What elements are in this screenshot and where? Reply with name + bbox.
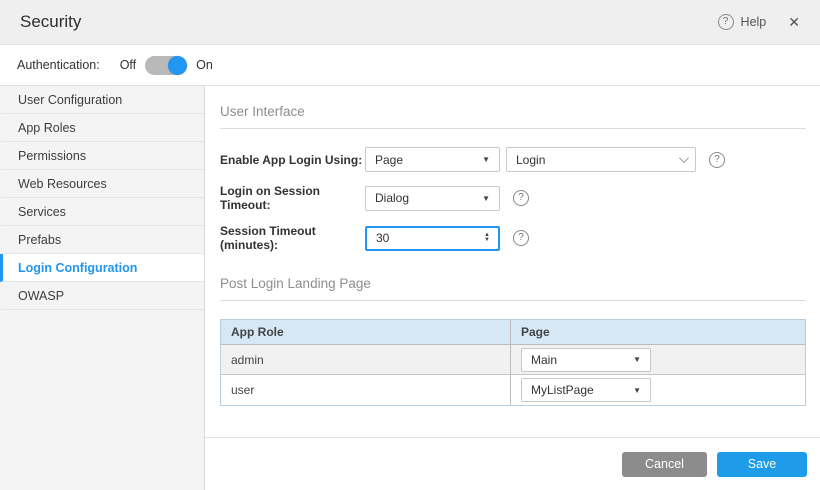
table-header-row: App Role Page bbox=[221, 320, 805, 345]
sidebar-item-app-roles[interactable]: App Roles bbox=[0, 114, 204, 142]
app-login-type-select[interactable]: Page ▼ bbox=[365, 147, 500, 172]
app-role-cell: user bbox=[221, 375, 511, 405]
session-timeout-help-icon[interactable]: ? bbox=[513, 230, 529, 246]
sidebar-item-web-resources[interactable]: Web Resources bbox=[0, 170, 204, 198]
table-row-admin: admin Main ▼ bbox=[221, 345, 805, 375]
login-on-session-timeout-label: Login on Session Timeout: bbox=[220, 184, 365, 212]
app-role-cell: admin bbox=[221, 345, 511, 374]
post-login-landing-table: App Role Page admin Main ▼ user bbox=[220, 319, 806, 406]
number-stepper-icon[interactable]: ▲ ▼ bbox=[478, 233, 496, 243]
sidebar-item-permissions[interactable]: Permissions bbox=[0, 142, 204, 170]
dialog-body: User Configuration App Roles Permissions… bbox=[0, 86, 820, 490]
authentication-toggle[interactable] bbox=[145, 56, 187, 75]
help-link[interactable]: Help bbox=[741, 15, 767, 29]
section-title-post-login: Post Login Landing Page bbox=[220, 270, 806, 301]
dialog-footer: Cancel Save bbox=[205, 437, 820, 490]
chevron-down-icon bbox=[679, 153, 689, 163]
login-on-session-timeout-select[interactable]: Dialog ▼ bbox=[365, 186, 500, 211]
sidebar-item-user-configuration[interactable]: User Configuration bbox=[0, 86, 204, 114]
header-actions: ? Help ✕ bbox=[718, 14, 800, 31]
sidebar: User Configuration App Roles Permissions… bbox=[0, 86, 205, 490]
save-button[interactable]: Save bbox=[717, 452, 807, 477]
app-login-page-select[interactable]: Login bbox=[506, 147, 696, 172]
page-title: Security bbox=[20, 12, 718, 32]
cancel-button[interactable]: Cancel bbox=[622, 452, 707, 477]
toggle-off-label: Off bbox=[120, 58, 136, 72]
enable-app-login-help-icon[interactable]: ? bbox=[709, 152, 725, 168]
session-timeout-minutes-row: Session Timeout (minutes): ▲ ▼ ? bbox=[220, 224, 806, 252]
page-cell: MyListPage ▼ bbox=[511, 375, 805, 405]
sidebar-item-services[interactable]: Services bbox=[0, 198, 204, 226]
dropdown-caret-icon: ▼ bbox=[633, 355, 641, 364]
sidebar-item-login-configuration[interactable]: Login Configuration bbox=[0, 254, 204, 282]
session-timeout-label: Session Timeout (minutes): bbox=[220, 224, 365, 252]
page-cell: Main ▼ bbox=[511, 345, 805, 374]
toggle-knob-icon bbox=[168, 56, 187, 75]
main-panel: User Interface Enable App Login Using: P… bbox=[205, 86, 820, 490]
admin-page-value: Main bbox=[531, 353, 557, 367]
admin-page-select[interactable]: Main ▼ bbox=[521, 348, 651, 372]
enable-app-login-row: Enable App Login Using: Page ▼ Login ? bbox=[220, 147, 806, 172]
dropdown-caret-icon: ▼ bbox=[482, 194, 490, 203]
close-icon[interactable]: ✕ bbox=[788, 14, 800, 31]
user-page-select[interactable]: MyListPage ▼ bbox=[521, 378, 651, 402]
security-dialog: Security ? Help ✕ Authentication: Off On… bbox=[0, 0, 820, 490]
table-row-user: user MyListPage ▼ bbox=[221, 375, 805, 405]
table-header-page: Page bbox=[511, 320, 805, 344]
authentication-label: Authentication: bbox=[17, 58, 100, 72]
help-icon[interactable]: ? bbox=[718, 14, 734, 30]
authentication-row: Authentication: Off On bbox=[0, 45, 820, 86]
login-on-session-timeout-value: Dialog bbox=[375, 191, 409, 205]
session-timeout-login-row: Login on Session Timeout: Dialog ▼ ? bbox=[220, 184, 806, 212]
section-title-user-interface: User Interface bbox=[220, 98, 806, 129]
session-timeout-input-box: ▲ ▼ bbox=[365, 226, 500, 251]
main-content: User Interface Enable App Login Using: P… bbox=[205, 86, 820, 437]
app-login-page-value: Login bbox=[516, 153, 545, 167]
sidebar-item-prefabs[interactable]: Prefabs bbox=[0, 226, 204, 254]
table-header-app-role: App Role bbox=[221, 320, 511, 344]
dropdown-caret-icon: ▼ bbox=[633, 386, 641, 395]
dialog-header: Security ? Help ✕ bbox=[0, 0, 820, 45]
login-on-session-timeout-help-icon[interactable]: ? bbox=[513, 190, 529, 206]
enable-app-login-label: Enable App Login Using: bbox=[220, 153, 365, 167]
toggle-on-label: On bbox=[196, 58, 213, 72]
dropdown-caret-icon: ▼ bbox=[482, 155, 490, 164]
user-page-value: MyListPage bbox=[531, 383, 594, 397]
app-login-type-value: Page bbox=[375, 153, 403, 167]
session-timeout-input[interactable] bbox=[376, 231, 478, 245]
sidebar-item-owasp[interactable]: OWASP bbox=[0, 282, 204, 310]
